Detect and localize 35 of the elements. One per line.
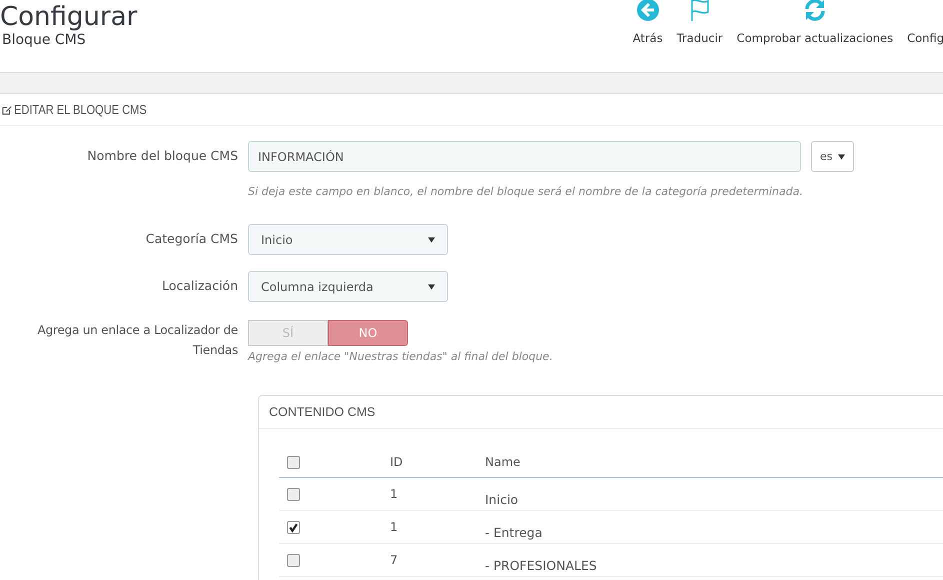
location-select[interactable]: Columna izquierda bbox=[248, 271, 448, 302]
refresh-icon bbox=[802, 0, 827, 22]
table-cell-text: Inicio bbox=[485, 490, 520, 506]
panel-title: EDITAR EL BLOQUE CMS bbox=[14, 102, 147, 117]
caret-icon bbox=[428, 236, 435, 242]
checkbox[interactable] bbox=[287, 521, 300, 534]
field-label: Categoría CMS bbox=[144, 230, 239, 248]
checkbox[interactable] bbox=[287, 554, 300, 568]
table-cell-text: 1 bbox=[389, 520, 399, 534]
block-name-field[interactable]: INFORMACIÓN bbox=[248, 141, 801, 172]
page-title: Configurar bbox=[0, 2, 138, 32]
help-text: Agrega el enlace "Nuestras tiendas" al final del bloque. bbox=[248, 350, 553, 363]
table-cell-text: - Entrega bbox=[485, 524, 544, 540]
checkbox[interactable] bbox=[287, 456, 300, 470]
toolbar-button[interactable]: Atrás bbox=[626, 0, 670, 72]
language-dropdown[interactable]: es bbox=[811, 141, 854, 172]
edit-icon bbox=[2, 104, 12, 114]
page-subtitle: Bloque CMS bbox=[2, 32, 87, 48]
field-label: Localización bbox=[160, 277, 239, 295]
table-cell-text: 1 bbox=[389, 487, 399, 501]
field-label: Nombre del bloque CMS bbox=[86, 147, 239, 165]
help-text: Si deja este campo en blanco, el nombre del bloque será el nombre de la categoría predeterminada. bbox=[248, 185, 804, 198]
category-select[interactable]: Inicio bbox=[248, 224, 448, 255]
table-cell-text: - PROFESIONALES bbox=[485, 556, 598, 572]
field-label: Agrega un enlace a Localizador de Tiendas bbox=[36, 322, 239, 359]
panel-title: CONTENIDO CMS bbox=[259, 396, 943, 429]
toolbar-button[interactable]: Config bbox=[900, 0, 943, 72]
caret-icon bbox=[838, 154, 845, 160]
column-header: ID bbox=[389, 455, 404, 469]
table-cell-text: 7 bbox=[389, 553, 399, 567]
caret-icon bbox=[428, 284, 435, 290]
toolbar-button[interactable]: Comprobar actualizaciones bbox=[730, 0, 900, 72]
toolbar-button[interactable]: Traducir bbox=[670, 0, 730, 72]
checkbox[interactable] bbox=[287, 488, 300, 502]
column-header: Name bbox=[485, 455, 522, 469]
